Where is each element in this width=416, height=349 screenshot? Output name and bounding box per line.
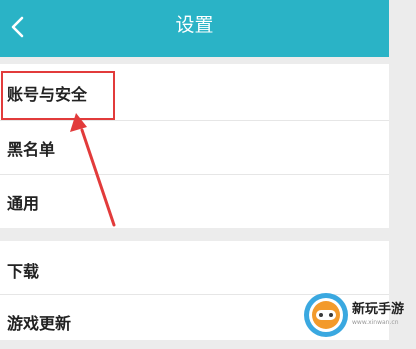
watermark-logo-icon — [304, 293, 348, 337]
watermark-url: www.xinwan.cn — [352, 319, 399, 326]
watermark-text: 新玩手游 — [352, 302, 405, 317]
annotation-arrow-icon — [70, 113, 116, 227]
